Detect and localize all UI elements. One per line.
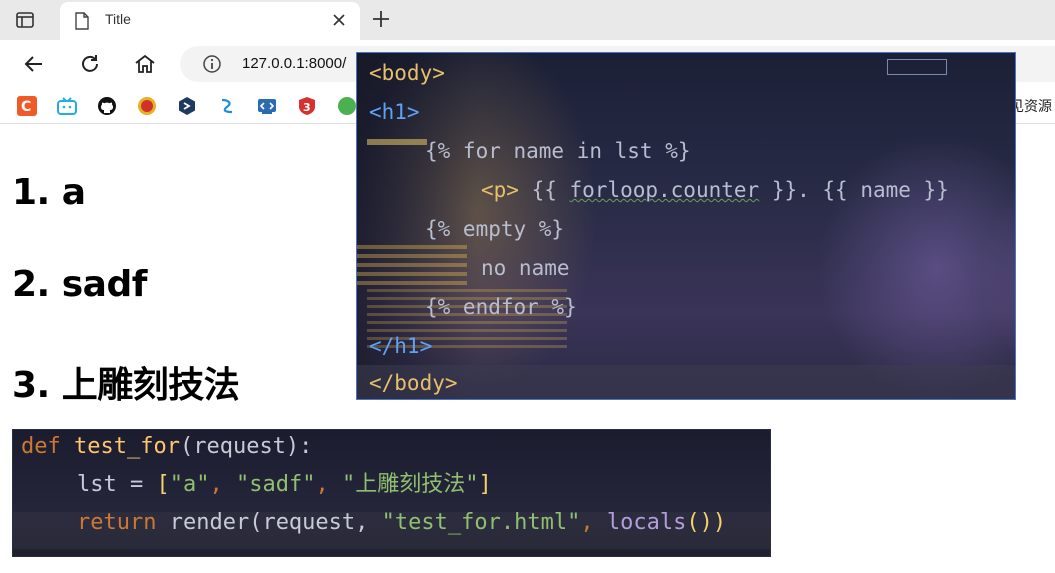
function-name: test_for [74,434,180,459]
code-line-1: def test_for(request): [21,434,312,460]
code-text: {{ [518,178,570,202]
string: "test_for.html" [381,510,581,535]
green-bookmark-icon[interactable] [337,96,357,116]
url-text[interactable]: 127.0.0.1:8000/ [242,55,346,72]
keyword: def [21,434,61,459]
code-text: lst = [77,472,157,497]
bilibili-bookmark-icon[interactable] [57,96,77,116]
neon-light [367,139,427,145]
site-info-icon[interactable] [202,54,222,74]
string: "a" [169,472,210,497]
back-icon[interactable] [22,52,46,76]
tag: </body> [369,371,458,395]
tab-strip: Title [0,0,1055,40]
comma: , [315,472,342,497]
builtin-name: locals [606,510,687,535]
bookmark-more-label[interactable]: 见资源 [1010,96,1052,116]
tag: <p> [481,178,519,202]
neon-light [357,245,467,285]
tag: <h1> [369,100,420,124]
cube-bookmark-icon[interactable] [177,96,197,116]
code-line-2: <h1> [369,100,420,124]
page-icon [74,12,90,30]
keyword: return [77,510,157,535]
code-text: (request): [179,434,313,459]
code-text: no name [481,256,570,280]
refresh-icon[interactable] [78,52,102,76]
home-icon[interactable] [133,52,157,76]
heading-1: 1. a [12,172,86,213]
heading-2: 2. sadf [12,264,147,305]
template-code-image: <body> <h1> {% for name in lst %} <p> {{… [356,52,1016,400]
code-bookmark-icon[interactable] [257,96,277,116]
bracket: () [686,510,713,535]
code-line-4: <p> {{ forloop.counter }}. {{ name }} [481,178,949,202]
tab-actions-icon[interactable] [14,9,36,31]
code-text: }}. {{ name }} [759,178,949,202]
csdn-bookmark-icon[interactable]: C [17,96,37,116]
code-line-2: lst = ["a", "sadf", "上雕刻技法"] [77,472,492,498]
github-bookmark-icon[interactable] [97,96,117,116]
neon-sign [887,59,947,75]
template-tag: {% endfor %} [425,295,577,319]
heading-3: 3. 上雕刻技法 [12,365,240,406]
tag: <body> [369,61,445,85]
code-line-3: {% for name in lst %} [425,139,691,163]
active-tab[interactable]: Title [60,2,360,40]
code-line-6: no name [481,256,570,280]
bracket: ] [478,472,492,497]
comma: , [209,472,236,497]
emblem-bookmark-icon[interactable] [137,96,157,116]
string: "sadf" [235,472,316,497]
template-tag: {% empty %} [425,217,565,241]
bracket: ) [712,510,727,535]
svg-text:3: 3 [303,101,311,114]
template-variable: forloop.counter [569,178,760,202]
code-line-8: </h1> [369,334,432,358]
character-silhouette [817,133,1015,399]
tab-title: Title [105,11,131,27]
close-tab-icon[interactable] [330,11,348,29]
new-tab-icon[interactable] [370,8,392,30]
bracket: [ [156,472,170,497]
template-tag: {% for name in lst %} [425,139,691,163]
python-code-image: def test_for(request): lst = ["a", "sadf… [12,429,771,557]
code-line-9: </body> [369,371,458,395]
comma: , [580,510,607,535]
tag: </h1> [369,334,433,358]
code-line-7: {% endfor %} [425,295,577,319]
code-line-5: {% empty %} [425,217,564,241]
swirl-bookmark-icon[interactable] [217,96,237,116]
svg-text:C: C [21,99,31,115]
shield-bookmark-icon[interactable]: 3 [297,96,317,116]
code-line-3: return render(request, "test_for.html", … [77,510,726,536]
code-line-1: <body> [369,61,445,85]
code-text: render(request, [156,510,382,535]
string: "上雕刻技法" [341,472,479,497]
